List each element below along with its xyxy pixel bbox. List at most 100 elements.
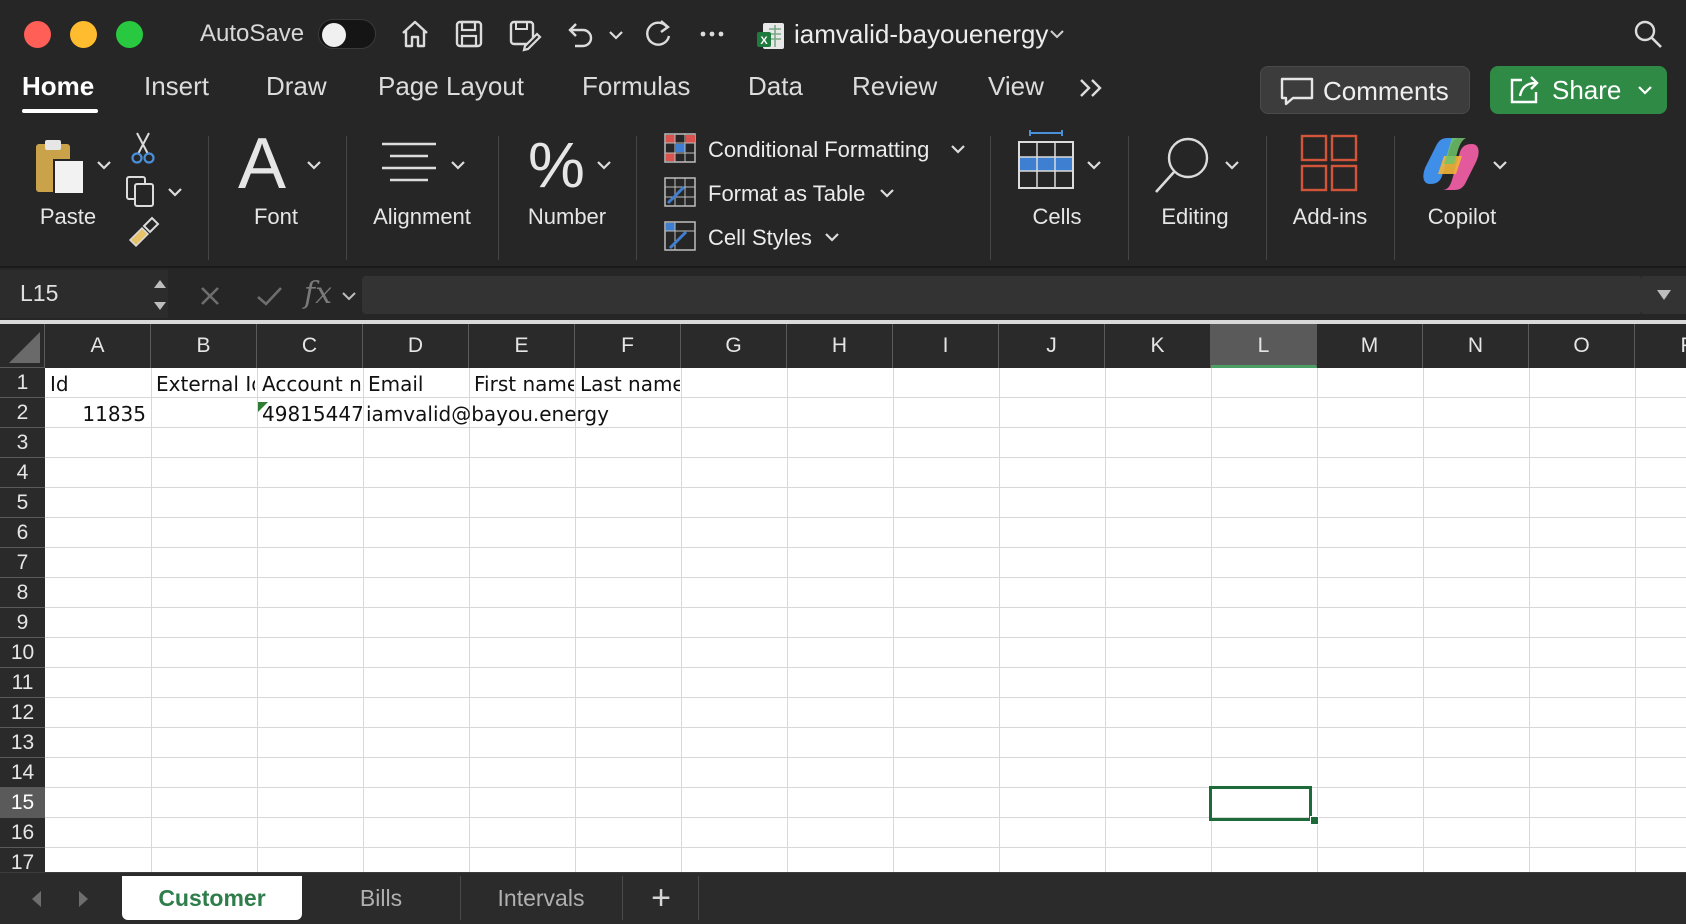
- row-header-9[interactable]: 9: [0, 608, 45, 638]
- row-header-2[interactable]: 2: [0, 398, 45, 428]
- format-as-table-icon[interactable]: [664, 177, 696, 207]
- active-cell-L15[interactable]: [1209, 786, 1312, 821]
- fill-handle[interactable]: [1310, 816, 1319, 825]
- confirm-entry-icon[interactable]: [254, 282, 284, 310]
- column-header-A[interactable]: A: [45, 324, 151, 368]
- row-header-14[interactable]: 14: [0, 758, 45, 788]
- cell-C2[interactable]: 498154477: [262, 402, 362, 426]
- fx-chevron-icon[interactable]: [340, 287, 358, 305]
- tab-formulas[interactable]: Formulas: [582, 71, 690, 102]
- tab-view[interactable]: View: [988, 71, 1044, 102]
- row-header-17[interactable]: 17: [0, 848, 45, 872]
- search-icon[interactable]: [1630, 16, 1666, 52]
- expand-formula-bar-button[interactable]: [1642, 276, 1686, 314]
- document-title[interactable]: iamvalid-bayouenergy: [794, 19, 1048, 50]
- row-header-3[interactable]: 3: [0, 428, 45, 458]
- font-dropdown-chevron-icon[interactable]: [304, 155, 324, 175]
- editing-search-icon[interactable]: [1152, 134, 1214, 196]
- column-header-M[interactable]: M: [1317, 324, 1423, 368]
- tab-page-layout[interactable]: Page Layout: [378, 71, 524, 102]
- column-header-C[interactable]: C: [257, 324, 363, 368]
- cell-C1[interactable]: Account nu: [262, 372, 362, 396]
- row-header-4[interactable]: 4: [0, 458, 45, 488]
- alignment-dropdown-chevron-icon[interactable]: [448, 155, 468, 175]
- column-header-H[interactable]: H: [787, 324, 893, 368]
- cell-styles-icon[interactable]: [664, 221, 696, 251]
- paste-dropdown-chevron-icon[interactable]: [94, 155, 114, 175]
- copy-icon[interactable]: [124, 174, 158, 208]
- name-box-value[interactable]: L15: [20, 280, 58, 307]
- formula-input[interactable]: [362, 276, 1642, 314]
- format-as-table-label[interactable]: Format as Table: [708, 181, 865, 207]
- tab-data[interactable]: Data: [748, 71, 803, 102]
- paste-icon[interactable]: [30, 136, 94, 200]
- conditional-formatting-chevron-icon[interactable]: [948, 139, 968, 159]
- chevron-down-icon[interactable]: [1047, 24, 1067, 44]
- sheet-tab-intervals[interactable]: Intervals: [462, 876, 620, 920]
- cancel-entry-icon[interactable]: [196, 282, 224, 310]
- percent-icon[interactable]: %: [528, 130, 585, 200]
- alignment-icon[interactable]: [378, 140, 440, 190]
- column-header-J[interactable]: J: [999, 324, 1105, 368]
- row-header-5[interactable]: 5: [0, 488, 45, 518]
- column-header-G[interactable]: G: [681, 324, 787, 368]
- column-header-K[interactable]: K: [1105, 324, 1211, 368]
- column-header-E[interactable]: E: [469, 324, 575, 368]
- more-tabs-icon[interactable]: [1076, 74, 1108, 102]
- copilot-dropdown-chevron-icon[interactable]: [1490, 155, 1510, 175]
- save-icon[interactable]: [451, 16, 487, 52]
- cut-icon[interactable]: [128, 130, 158, 166]
- cell-E1[interactable]: First name: [474, 372, 574, 396]
- sheet-tab-bills[interactable]: Bills: [306, 876, 456, 920]
- undo-icon[interactable]: [561, 16, 597, 52]
- conditional-formatting-icon[interactable]: [664, 133, 696, 163]
- copy-dropdown-chevron-icon[interactable]: [165, 182, 185, 202]
- autosave-toggle[interactable]: [318, 19, 376, 49]
- font-icon[interactable]: A: [238, 128, 286, 200]
- number-as-text-warning-indicator[interactable]: [258, 399, 268, 412]
- row-header-12[interactable]: 12: [0, 698, 45, 728]
- zoom-window-button[interactable]: [116, 21, 143, 48]
- cell-styles-chevron-icon[interactable]: [822, 227, 842, 247]
- column-header-N[interactable]: N: [1423, 324, 1529, 368]
- cells-dropdown-chevron-icon[interactable]: [1084, 155, 1104, 175]
- redo-icon[interactable]: [640, 16, 676, 52]
- cell-F1[interactable]: Last name: [580, 372, 680, 396]
- home-icon[interactable]: [397, 16, 433, 52]
- column-header-B[interactable]: B: [151, 324, 257, 368]
- column-header-F[interactable]: F: [575, 324, 681, 368]
- conditional-formatting-label[interactable]: Conditional Formatting: [708, 137, 929, 163]
- editing-dropdown-chevron-icon[interactable]: [1222, 155, 1242, 175]
- name-box-stepper-icon[interactable]: [150, 274, 170, 316]
- row-header-13[interactable]: 13: [0, 728, 45, 758]
- undo-dropdown-chevron-icon[interactable]: [606, 16, 626, 52]
- select-all-corner[interactable]: [0, 324, 45, 368]
- cell-D2[interactable]: iamvalid@bayou.energy: [366, 402, 696, 426]
- cell-styles-label[interactable]: Cell Styles: [708, 225, 812, 251]
- row-header-10[interactable]: 10: [0, 638, 45, 668]
- tab-insert[interactable]: Insert: [144, 71, 209, 102]
- chevron-down-icon[interactable]: [1635, 80, 1655, 100]
- save-as-icon[interactable]: [506, 16, 542, 52]
- insert-function-icon[interactable]: fx: [304, 276, 332, 311]
- row-header-7[interactable]: 7: [0, 548, 45, 578]
- tab-home[interactable]: Home: [22, 71, 94, 102]
- cells-icon[interactable]: [1016, 130, 1076, 192]
- format-painter-icon[interactable]: [124, 216, 160, 250]
- column-header-I[interactable]: I: [893, 324, 999, 368]
- number-dropdown-chevron-icon[interactable]: [594, 155, 614, 175]
- sheet-tab-customer[interactable]: Customer: [122, 876, 302, 920]
- cell-B1[interactable]: External Id: [156, 372, 255, 396]
- tab-draw[interactable]: Draw: [266, 71, 327, 102]
- share-button[interactable]: Share: [1490, 66, 1667, 114]
- row-header-11[interactable]: 11: [0, 668, 45, 698]
- close-window-button[interactable]: [24, 21, 51, 48]
- tab-review[interactable]: Review: [852, 71, 937, 102]
- row-header-15[interactable]: 15: [0, 788, 45, 818]
- scroll-tabs-left-icon[interactable]: [26, 888, 48, 910]
- addins-icon[interactable]: [1300, 134, 1358, 192]
- row-header-8[interactable]: 8: [0, 578, 45, 608]
- worksheet-grid[interactable]: ABCDEFGHIJKLMNOP 12345678910111213141516…: [0, 324, 1686, 872]
- format-as-table-chevron-icon[interactable]: [877, 183, 897, 203]
- column-header-P[interactable]: P: [1635, 324, 1686, 368]
